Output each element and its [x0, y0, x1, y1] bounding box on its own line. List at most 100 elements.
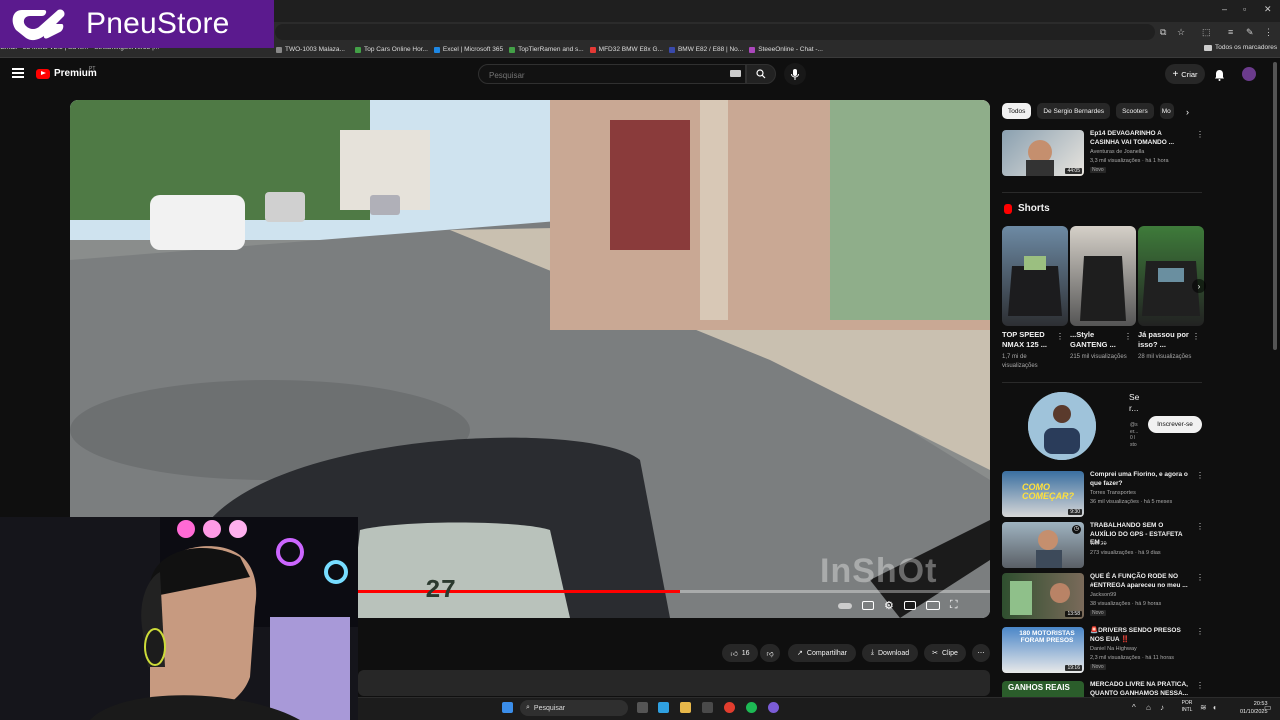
recommended-video[interactable]: 180 MOTORISTAS FORAM PRESOS 19:16 🚨DRIVE…: [1002, 627, 1204, 673]
recommended-video[interactable]: GANHOS REAIS MERCADO LIVRE NA PRÁTICA, Q…: [1002, 681, 1202, 697]
spotify-icon[interactable]: [746, 702, 757, 713]
download-button[interactable]: ⤓ Download: [862, 644, 918, 662]
short-image: [1080, 256, 1126, 321]
maximize-icon[interactable]: ▫: [1243, 4, 1246, 14]
chip-all[interactable]: Todos: [1002, 103, 1032, 119]
short-thumbnail[interactable]: [1138, 226, 1204, 326]
sidebar-icon[interactable]: ≡: [1228, 27, 1233, 37]
youtube-play-icon: [36, 68, 50, 79]
browser-menu-icon[interactable]: ⋮: [1264, 27, 1273, 38]
share-icon: ↗: [797, 650, 803, 657]
bookmark[interactable]: MFD32 BMW E8x G...: [589, 46, 663, 53]
file-explorer-icon[interactable]: [680, 702, 691, 713]
create-button[interactable]: + Criar: [1165, 64, 1205, 84]
recommended-video[interactable]: ◷ TRABALHANDO SEM O AUXÍLIO DO GPS - EST…: [1002, 522, 1204, 568]
notification-center-icon[interactable]: ▭: [1264, 703, 1272, 712]
subscribe-button[interactable]: Inscrever-se: [1148, 416, 1202, 433]
theater-mode-icon[interactable]: [925, 601, 940, 610]
settings-gear-icon[interactable]: ⚙: [884, 599, 894, 612]
chevron-right-icon[interactable]: ›: [1186, 107, 1189, 117]
more-vert-icon[interactable]: ⋮: [1196, 681, 1202, 690]
channel-avatar[interactable]: [1028, 392, 1096, 460]
subtitles-icon[interactable]: [862, 601, 874, 610]
task-view-icon[interactable]: [637, 702, 648, 713]
chip-channel[interactable]: De Sergio Bernardes: [1037, 103, 1111, 119]
hamburger-menu-icon[interactable]: [12, 68, 24, 78]
voice-search-button[interactable]: [784, 63, 806, 85]
youtube-premium-logo[interactable]: Premium: [36, 68, 97, 79]
thumbs-down-icon: 👎︎: [766, 650, 774, 658]
notifications-bell-icon[interactable]: [1214, 68, 1225, 86]
more-vert-icon[interactable]: ⋮: [1196, 627, 1204, 636]
channel-handle: @s er... 0 l sto: [1130, 422, 1139, 448]
bookmark-icon: [276, 46, 282, 53]
pneustore-mark-icon: [12, 9, 65, 41]
recommended-video[interactable]: 44:05 Ep14 DEVAGARINHO A CASINHA VAI TOM…: [1002, 130, 1204, 176]
more-vert-icon[interactable]: ⋮: [1124, 332, 1132, 341]
more-vert-icon[interactable]: ⋮: [1196, 522, 1204, 531]
bookmark[interactable]: SteeeOnline - Chat -...: [749, 46, 823, 53]
description-box[interactable]: [358, 670, 990, 696]
recommended-video[interactable]: 13:58 QUE É A FUNÇÃO RODE NO #ENTREGA ap…: [1002, 573, 1204, 619]
bookmark-star-icon[interactable]: ☆: [1177, 27, 1185, 38]
keyboard-icon[interactable]: [730, 70, 741, 77]
autoplay-toggle-icon[interactable]: [838, 602, 852, 609]
duration-badge: 9:30: [1068, 509, 1082, 515]
chrome-icon[interactable]: [724, 702, 735, 713]
like-button[interactable]: 👍︎ 16: [722, 644, 758, 662]
more-vert-icon[interactable]: ⋮: [1192, 332, 1200, 341]
short-views: 1,7 mi de visualizações: [1002, 354, 1038, 369]
share-button[interactable]: ↗ Compartilhar: [788, 644, 856, 662]
keyboard-language[interactable]: POR INTL: [1178, 700, 1196, 714]
search-button[interactable]: [746, 64, 776, 84]
windows-start-icon[interactable]: [502, 702, 513, 713]
microphone-tray-icon[interactable]: ♪: [1160, 703, 1164, 712]
more-vert-icon[interactable]: ⋮: [1056, 332, 1064, 341]
dislike-button[interactable]: 👎︎: [760, 644, 780, 662]
fullscreen-icon[interactable]: ⛶: [950, 599, 958, 612]
video-thumbnail: COMO COMEÇAR? 9:30: [1002, 471, 1084, 517]
more-actions-button[interactable]: ⋯: [972, 644, 990, 662]
edit-icon[interactable]: ✎: [1246, 27, 1254, 38]
thumbnail-caption: COMO COMEÇAR?: [1022, 482, 1074, 501]
search-input[interactable]: [487, 69, 717, 81]
more-vert-icon[interactable]: ⋮: [1196, 471, 1204, 480]
bookmark[interactable]: TWO-1003 Malaza...: [276, 46, 345, 53]
chip-scooters[interactable]: Scooters: [1116, 103, 1154, 119]
bookmark[interactable]: TopTierRamen and s...: [509, 46, 584, 53]
more-vert-icon[interactable]: ⋮: [1196, 130, 1204, 139]
account-avatar[interactable]: [1242, 67, 1256, 81]
page-scrollbar[interactable]: [1273, 62, 1277, 350]
short-thumbnail[interactable]: [1070, 226, 1136, 326]
webcam-feed: [0, 517, 358, 720]
close-icon[interactable]: ✕: [1264, 4, 1272, 15]
channel-name: Aventuras de Joanella: [1090, 149, 1145, 155]
bookmark-icon: [668, 46, 675, 53]
channel-title[interactable]: Se r...: [1129, 392, 1143, 414]
address-bar[interactable]: [275, 24, 1155, 40]
chevron-up-icon[interactable]: ^: [1132, 703, 1136, 712]
store-icon[interactable]: [702, 702, 713, 713]
miniplayer-icon[interactable]: [903, 601, 916, 610]
extensions-icon[interactable]: ⬚: [1202, 27, 1211, 38]
bookmark[interactable]: BMW E82 / E88 | No...: [668, 46, 743, 53]
discord-icon[interactable]: [768, 702, 779, 713]
network-icon[interactable]: ⌂: [1146, 703, 1151, 712]
all-bookmarks[interactable]: Todos os marcadores: [1204, 44, 1277, 51]
bookmark[interactable]: Excel | Microsoft 365: [433, 46, 503, 53]
wifi-icon[interactable]: ≋: [1200, 703, 1207, 712]
bookmark-icon: [749, 46, 756, 53]
minimize-icon[interactable]: –: [1222, 4, 1227, 14]
copilot-icon[interactable]: [658, 702, 669, 713]
bookmark[interactable]: Top Cars Online Hor...: [354, 46, 428, 53]
shorts-next-button[interactable]: ›: [1192, 279, 1206, 293]
volume-icon[interactable]: ◖: [1212, 703, 1217, 712]
recommended-video[interactable]: COMO COMEÇAR? 9:30 Comprei uma Fiorino, …: [1002, 471, 1204, 517]
install-icon[interactable]: ⧉: [1160, 27, 1166, 38]
short-thumbnail[interactable]: [1002, 226, 1068, 326]
clip-button[interactable]: ✂ Clipe: [924, 644, 966, 662]
taskbar-search[interactable]: ⌕ Pesquisar: [520, 700, 628, 716]
chip-more[interactable]: Mo: [1159, 103, 1174, 119]
more-vert-icon[interactable]: ⋮: [1196, 573, 1204, 582]
video-thumbnail: ◷: [1002, 522, 1084, 568]
